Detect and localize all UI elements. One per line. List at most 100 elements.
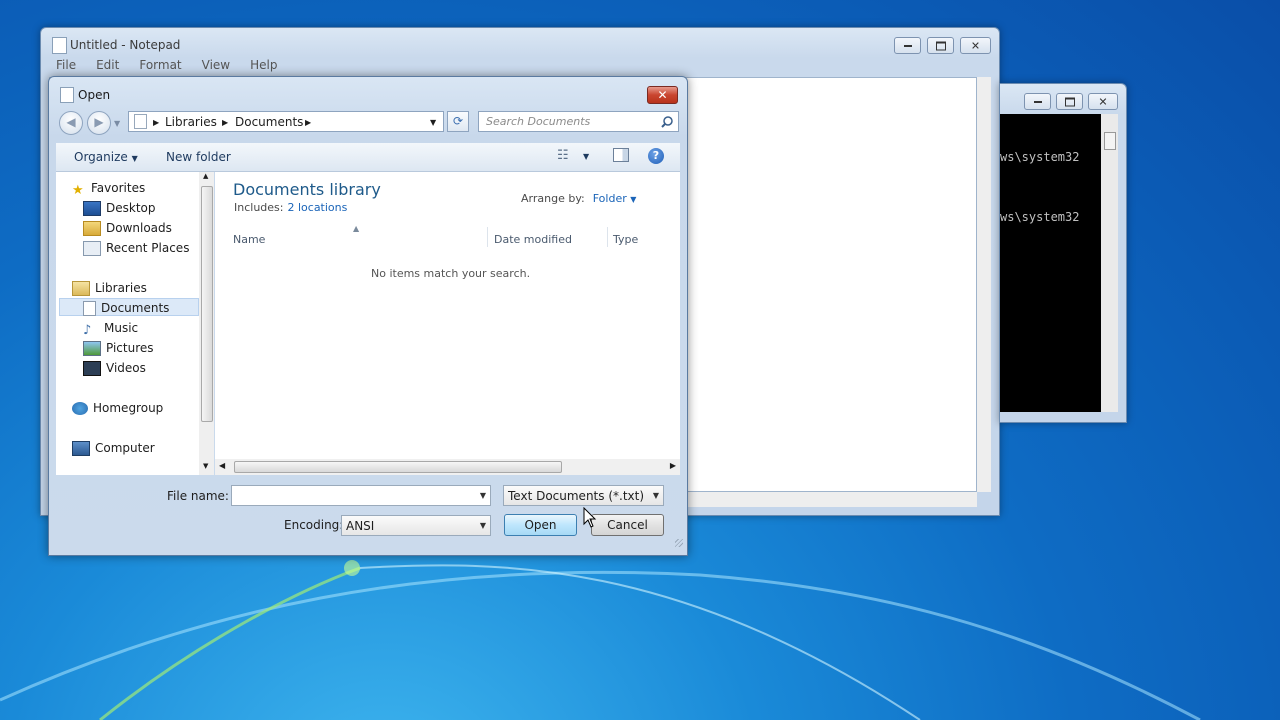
close-button[interactable]: ✕: [960, 37, 991, 54]
breadcrumb-separator-icon[interactable]: ▶: [305, 118, 311, 127]
scroll-right-icon[interactable]: ▶: [670, 461, 676, 470]
console-minimize-button[interactable]: [1024, 93, 1051, 110]
open-button[interactable]: Open: [504, 514, 577, 536]
nav-computer[interactable]: Computer: [72, 439, 155, 457]
desktop-icon: [83, 201, 101, 216]
sort-ascending-icon: ▲: [353, 224, 360, 233]
file-name-input[interactable]: ▼: [231, 485, 491, 506]
back-arrow-icon: ◀: [66, 115, 76, 129]
nav-favorites[interactable]: ★ Favorites: [72, 179, 145, 198]
computer-icon: [72, 441, 90, 456]
cancel-button[interactable]: Cancel: [591, 514, 664, 536]
search-input[interactable]: Search Documents: [478, 111, 679, 132]
forward-button[interactable]: ▶: [87, 111, 111, 135]
nav-desktop[interactable]: Desktop: [83, 199, 156, 217]
nav-label: Desktop: [106, 201, 156, 215]
navigation-scroll-thumb[interactable]: [201, 186, 213, 422]
documents-icon: [83, 301, 96, 316]
minimize-button[interactable]: [894, 37, 921, 54]
scroll-left-icon[interactable]: ◀: [219, 461, 225, 470]
console-scroll-thumb[interactable]: [1104, 132, 1116, 150]
file-type-select[interactable]: Text Documents (*.txt) ▼: [503, 485, 664, 506]
libraries-icon: [72, 281, 90, 296]
homegroup-icon: [72, 402, 88, 415]
recent-places-icon: [83, 241, 101, 256]
locations-link[interactable]: 2 locations: [287, 201, 347, 214]
menu-view[interactable]: View: [202, 56, 230, 72]
nav-videos[interactable]: Videos: [83, 359, 146, 377]
scroll-up-icon[interactable]: ▲: [203, 172, 208, 180]
menu-help[interactable]: Help: [250, 56, 277, 72]
maximize-button[interactable]: [927, 37, 954, 54]
nav-label: Videos: [106, 361, 146, 375]
notepad-vertical-scrollbar[interactable]: [977, 77, 991, 492]
refresh-button[interactable]: ⟳: [447, 111, 469, 132]
nav-pictures[interactable]: Pictures: [83, 339, 154, 357]
nav-label: Recent Places: [106, 241, 190, 255]
horizontal-scroll-thumb[interactable]: [234, 461, 562, 473]
organize-button[interactable]: Organize ▼: [74, 150, 138, 164]
library-icon: [134, 114, 147, 129]
music-icon: ♪: [83, 323, 92, 338]
chevron-down-icon[interactable]: ▼: [480, 491, 486, 500]
file-list-pane[interactable]: Documents library Includes: 2 locations A…: [215, 172, 680, 475]
encoding-select[interactable]: ANSI ▼: [341, 515, 491, 536]
minimize-icon: [903, 44, 912, 47]
recent-locations-dropdown-icon[interactable]: ▼: [114, 119, 120, 128]
console-line: ws\system32: [1000, 150, 1080, 164]
dialog-close-button[interactable]: ✕: [647, 86, 678, 104]
chevron-down-icon: ▼: [652, 491, 659, 500]
arrange-label: Arrange by:: [521, 192, 585, 205]
arrange-by-dropdown[interactable]: Folder ▼: [593, 192, 637, 205]
column-header-date-modified[interactable]: Date modified: [494, 233, 572, 246]
column-header-name[interactable]: Name: [233, 233, 265, 246]
menu-format[interactable]: Format: [139, 56, 181, 72]
console-maximize-button[interactable]: [1056, 93, 1083, 110]
organize-label: Organize: [74, 150, 128, 164]
navigation-scrollbar[interactable]: ▲ ▼: [199, 172, 214, 475]
includes-label: Includes:: [234, 201, 284, 214]
navigation-pane[interactable]: ★ Favorites Desktop Downloads Recent Plac…: [56, 172, 208, 475]
menu-edit[interactable]: Edit: [96, 56, 119, 72]
address-bar[interactable]: ▶ Libraries ▶ Documents ▶ ▼: [128, 111, 444, 132]
view-options-dropdown-icon[interactable]: ▼: [583, 152, 589, 161]
breadcrumb-separator-icon[interactable]: ▶: [153, 118, 159, 127]
nav-libraries[interactable]: Libraries: [72, 279, 147, 297]
back-button[interactable]: ◀: [59, 111, 83, 135]
breadcrumb-separator-icon[interactable]: ▶: [222, 118, 228, 127]
search-icon[interactable]: [661, 116, 673, 128]
scroll-down-icon[interactable]: ▼: [203, 462, 208, 470]
help-button[interactable]: ?: [648, 148, 664, 164]
column-divider[interactable]: [607, 227, 608, 247]
breadcrumb-libraries[interactable]: Libraries: [165, 115, 217, 129]
dialog-title: Open: [78, 88, 111, 102]
nav-label: Computer: [95, 441, 155, 455]
preview-pane-button[interactable]: [613, 148, 629, 162]
close-icon: ✕: [1098, 95, 1108, 108]
breadcrumb-documents[interactable]: Documents: [235, 115, 303, 129]
close-icon: ✕: [970, 39, 981, 52]
column-header-type[interactable]: Type: [613, 233, 638, 246]
console-close-button[interactable]: ✕: [1088, 93, 1118, 110]
nav-downloads[interactable]: Downloads: [83, 219, 172, 237]
nav-label: Libraries: [95, 281, 147, 295]
change-view-button[interactable]: ☷: [557, 148, 569, 163]
nav-homegroup[interactable]: Homegroup: [72, 399, 163, 417]
address-history-dropdown-icon[interactable]: ▼: [430, 118, 436, 127]
close-icon: ✕: [657, 88, 668, 102]
column-divider[interactable]: [487, 227, 488, 247]
file-name-label: File name:: [167, 489, 229, 503]
maximize-icon: [1064, 97, 1075, 106]
nav-documents[interactable]: Documents: [59, 298, 199, 316]
console-screen[interactable]: ws\system32 ws\system32: [1000, 114, 1101, 412]
star-icon: ★: [72, 183, 84, 198]
menu-file[interactable]: File: [56, 56, 76, 72]
console-window[interactable]: ✕ ws\system32 ws\system32: [999, 83, 1127, 423]
console-scrollbar[interactable]: [1101, 114, 1118, 412]
open-dialog[interactable]: Open ✕ ◀ ▶ ▼ ▶ Libraries ▶ Documents ▶ ▼…: [48, 76, 688, 556]
nav-music[interactable]: ♪ Music: [83, 319, 138, 338]
resize-grip[interactable]: [675, 539, 683, 547]
nav-recent-places[interactable]: Recent Places: [83, 239, 189, 257]
file-list-horizontal-scrollbar[interactable]: ◀ ▶: [215, 459, 680, 475]
new-folder-button[interactable]: New folder: [166, 150, 231, 164]
